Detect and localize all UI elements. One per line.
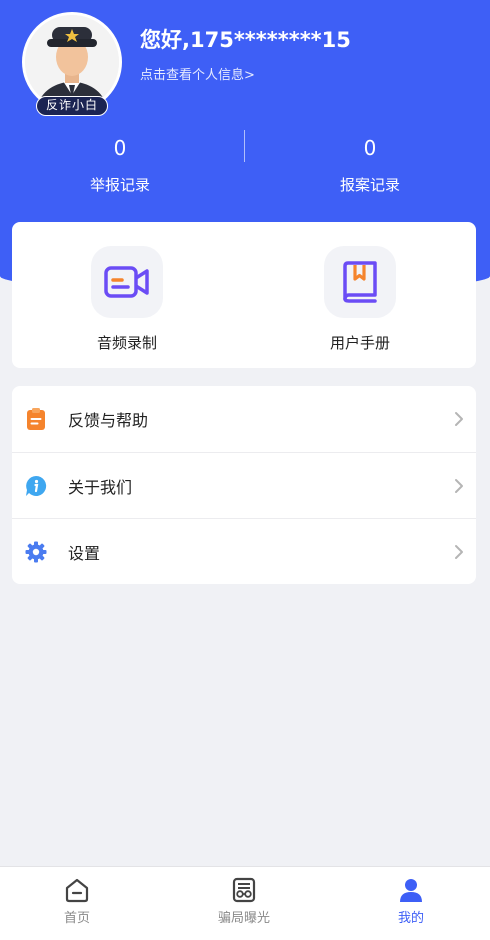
info-chat-icon [26, 475, 47, 496]
avatar[interactable]: 反诈小白 [22, 12, 122, 116]
tab-scam-exposure-label: 骗局曝光 [217, 911, 270, 926]
case-records-stat[interactable]: 0 报案记录 [250, 134, 490, 195]
tab-mine-label: 我的 [397, 911, 424, 926]
report-records-stat[interactable]: 0 举报记录 [0, 134, 240, 195]
user-manual-button[interactable]: 用户手册 [295, 246, 425, 353]
menu-item-feedback-label: 反馈与帮助 [68, 411, 149, 430]
book-icon [324, 246, 396, 318]
user-icon [400, 879, 422, 902]
menu-item-settings-label: 设置 [68, 543, 101, 563]
tools-card: 音频录制 用户手册 [12, 222, 476, 368]
menu-item-feedback[interactable]: 反馈与帮助 [12, 386, 476, 452]
chevron-right-icon [455, 545, 463, 559]
video-record-icon [91, 246, 163, 318]
tab-home[interactable]: 首页 [22, 877, 132, 926]
audio-record-button[interactable]: 音频录制 [62, 246, 192, 353]
user-manual-label: 用户手册 [329, 334, 390, 352]
avatar-badge: 反诈小白 [36, 96, 108, 116]
gear-icon [25, 541, 47, 563]
tab-mine[interactable]: 我的 [356, 877, 466, 926]
view-profile-link[interactable]: 点击查看个人信息> [140, 64, 255, 83]
menu-item-about[interactable]: 关于我们 [12, 452, 476, 518]
chevron-right-icon [455, 479, 463, 493]
police-avatar-icon [25, 15, 119, 109]
home-icon [65, 878, 89, 903]
glasses-document-icon [232, 877, 256, 903]
case-records-label: 报案记录 [339, 176, 400, 194]
stats-divider [244, 130, 245, 162]
case-records-count: 0 [363, 136, 377, 160]
menu-item-about-label: 关于我们 [68, 477, 133, 497]
tab-scam-exposure[interactable]: 骗局曝光 [189, 877, 299, 926]
chevron-right-icon [455, 412, 463, 426]
report-records-label: 举报记录 [89, 176, 150, 194]
audio-record-label: 音频录制 [96, 334, 157, 352]
menu-item-settings[interactable]: 设置 [12, 518, 476, 584]
clipboard-icon [27, 408, 45, 430]
tab-home-label: 首页 [63, 911, 90, 926]
greeting-text: 您好,175********15 [140, 28, 351, 52]
menu-list: 反馈与帮助 关于我们 设置 [12, 386, 476, 584]
bottom-tab-bar: 首页 骗局曝光 我的 [0, 866, 490, 940]
report-records-count: 0 [113, 136, 127, 160]
